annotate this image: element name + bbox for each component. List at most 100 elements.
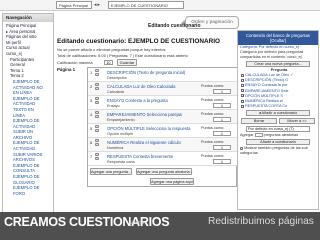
move-up-icon[interactable] <box>95 97 99 100</box>
delete-button[interactable]: Borrar <box>241 118 277 125</box>
add-random-to-quiz-button[interactable]: Añadir a cuestionario <box>246 139 310 146</box>
move-up-icon[interactable] <box>95 153 99 156</box>
page-label: Página 1 <box>57 67 76 72</box>
question-bank-panel: Contenido del banco de preguntas [Oculta… <box>237 30 319 210</box>
question-number: 2 <box>90 84 93 89</box>
move-down-icon[interactable] <box>95 129 99 132</box>
question-type: Ensayo <box>107 104 120 108</box>
reorder-icons[interactable] <box>95 97 105 108</box>
save-grade-button[interactable]: Guardar <box>117 59 137 66</box>
quiz-title: Editando cuestionario: EJEMPLO DE CUESTI… <box>57 38 220 45</box>
question-number: 1 <box>90 70 93 75</box>
move-down-icon[interactable] <box>95 157 99 160</box>
navigation-tree: Página Principal ▸ Área personal Páginas d… <box>3 22 53 196</box>
navigation-block: Navegación Página Principal ▸ Área person… <box>2 13 54 213</box>
question-title[interactable]: NUMÉRICA Realiza el siguiente cálculo <box>107 140 181 145</box>
add-page-button[interactable]: Agregar una página aquí <box>150 178 194 185</box>
bank-question-list: CALCULADA Luz de Oleo ✓ DESCRIPCIÓN (Text… <box>238 73 318 109</box>
move-up-icon[interactable] <box>95 139 99 142</box>
random-questions-row: Agregar preguntas aleatorias <box>238 133 318 138</box>
question-number: 5 <box>90 126 93 131</box>
question-list: 1 DESCRIPCIÓN (Texto de pregunta inicial)… <box>87 67 237 187</box>
question-type: Descripción <box>107 76 127 80</box>
bank-question-item[interactable]: RESPUESTA CORTA Co <box>238 104 318 109</box>
points-input[interactable]: 1 <box>213 117 231 122</box>
question-type: Calculada <box>107 90 124 94</box>
activity-select[interactable]: EJEMPLO DE CUESTIONARIO <box>108 1 184 9</box>
bank-question-name: ENSAYO Contesta la pre <box>245 83 288 88</box>
points-input[interactable]: 1 <box>213 159 231 164</box>
jump-to-select[interactable]: Página Principal <box>56 1 92 9</box>
move-up-icon[interactable] <box>95 83 99 86</box>
question-number: 4 <box>90 112 93 117</box>
move-up-icon[interactable] <box>95 125 99 128</box>
add-question-button[interactable]: Agregar una pregunta... <box>90 168 132 175</box>
points-label: Puntos como: <box>201 126 225 130</box>
reorder-icons[interactable] <box>95 153 105 164</box>
question-title[interactable]: EMPAREJAMIENTO Selecciona parejas <box>107 112 182 117</box>
quiz-summary: Total de calificaciones: 6.00 | Pregunta… <box>57 53 188 58</box>
max-grade-label: Calificación máxima <box>57 60 93 65</box>
question-row: 7 RESPUESTA Contesta brevemente Respuesta … <box>88 152 237 166</box>
checkbox-icon[interactable] <box>241 73 244 77</box>
bank-question-name: EMPAREJAMIENTO Sele <box>245 88 289 93</box>
category-select[interactable]: Por defecto en curso_ej (7) <box>246 126 310 133</box>
move-to-button[interactable]: Mover a >> <box>279 118 315 125</box>
reorder-icons[interactable] <box>95 83 105 94</box>
bank-question-tag: ✓ <box>290 73 294 77</box>
move-down-icon[interactable] <box>95 73 99 76</box>
points-label: Puntos como: <box>201 112 225 116</box>
attempts-notice: No se puede añadir o eliminar preguntas … <box>57 47 166 52</box>
question-title[interactable]: CALCULADA Luz de Oleo Calculada <box>107 84 175 89</box>
banner-subtitle: Redistribuimos páginas <box>208 216 314 227</box>
move-down-icon[interactable] <box>95 101 99 104</box>
question-bank-header[interactable]: Contenido del banco de preguntas [Oculta… <box>238 31 318 45</box>
question-title[interactable]: ENSAYO Contesta a la pregunta <box>107 98 168 103</box>
question-title[interactable]: OPCIÓN MÚLTIPLE Selecciona la respuesta <box>107 126 190 131</box>
checkbox-icon[interactable] <box>241 104 244 108</box>
add-random-question-button[interactable]: Agregar una pregunta aleatoria... <box>136 168 193 175</box>
question-row: 6 NUMÉRICA Realiza el siguiente cálculo Nu… <box>88 138 237 152</box>
reorder-icons[interactable] <box>95 111 105 122</box>
bank-question-name: OPCIÓN MÚLTIPLE S <box>245 93 283 98</box>
move-down-icon[interactable] <box>95 115 99 118</box>
reorder-icons[interactable] <box>95 139 105 150</box>
move-up-icon[interactable] <box>95 69 99 72</box>
points-input[interactable]: 1 <box>213 131 231 136</box>
move-down-icon[interactable] <box>95 87 99 90</box>
points-input[interactable]: 1 <box>213 145 231 150</box>
move-down-icon[interactable] <box>95 143 99 146</box>
sidebar-item[interactable]: FORO <box>6 191 53 197</box>
category-description: Categoría por defecto para preguntas com… <box>240 50 304 59</box>
question-row: 2 CALCULADA Luz de Oleo Calculada Calculad… <box>88 82 237 96</box>
bank-question-name: NUMÉRICA Realiza el <box>245 99 283 104</box>
create-question-button[interactable]: Crear una nueva pregunta... <box>246 61 310 67</box>
show-subcategories-option[interactable]: Mostrar también preguntas de las sub cat… <box>238 146 318 155</box>
checkbox-icon[interactable] <box>241 89 244 93</box>
page-heading: Editando cuestionario <box>148 23 201 29</box>
question-type: Respuesta corta <box>107 160 135 164</box>
points-input[interactable]: 1 <box>213 103 231 108</box>
checkbox-icon[interactable] <box>241 78 244 82</box>
checkbox-icon[interactable] <box>241 83 244 87</box>
bank-question-name: CALCULADA Luz de Oleo <box>245 73 290 77</box>
bank-question-name: RESPUESTA CORTA Co <box>245 104 288 109</box>
checkbox-icon[interactable] <box>241 99 244 103</box>
points-input[interactable]: 1 <box>213 89 231 94</box>
max-grade-input[interactable]: 10 <box>104 60 113 65</box>
checkbox-icon[interactable] <box>240 146 243 150</box>
random-questions-text: preguntas aleatorias <box>263 133 299 138</box>
checkbox-icon[interactable] <box>241 94 244 98</box>
move-up-icon[interactable] <box>95 111 99 114</box>
bank-question-name: DESCRIPCIÓN (Texto) G <box>245 78 289 83</box>
navigation-title: Navegación <box>3 14 53 22</box>
question-title[interactable]: DESCRIPCIÓN (Texto de pregunta inicial) <box>107 70 185 75</box>
question-title[interactable]: RESPUESTA Contesta brevemente <box>107 154 173 159</box>
points-label: Puntos como: <box>201 154 225 158</box>
reorder-icons[interactable] <box>95 125 105 136</box>
reorder-icons[interactable] <box>95 69 105 80</box>
nav-arrows[interactable]: ◂▸ <box>94 2 101 8</box>
add-to-quiz-button[interactable]: ◂ Añadir a cuestionario <box>246 110 310 117</box>
random-count-select[interactable] <box>254 133 263 138</box>
add-random-label: Agregar <box>240 133 254 138</box>
